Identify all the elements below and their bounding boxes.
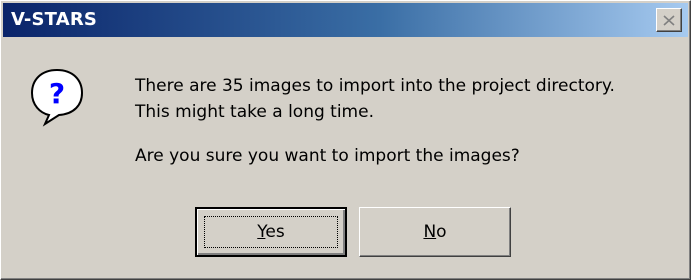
message-line-3: Are you sure you want to import the imag… (135, 146, 520, 166)
yes-button[interactable]: Yes (195, 207, 347, 257)
close-icon (663, 14, 675, 26)
close-button[interactable] (656, 8, 682, 32)
message-line-2: This might take a long time. (135, 102, 374, 122)
question-icon: ? (30, 68, 84, 127)
svg-text:?: ? (49, 77, 65, 110)
window-title: V-STARS (11, 9, 98, 30)
title-bar[interactable]: V-STARS (3, 3, 688, 37)
no-button[interactable]: No (359, 207, 511, 257)
message-dialog: V-STARS ? There are 35 images to import … (0, 0, 691, 280)
no-button-label: No (423, 222, 447, 242)
yes-button-label: Yes (257, 222, 285, 242)
message-line-1: There are 35 images to import into the p… (135, 76, 615, 96)
